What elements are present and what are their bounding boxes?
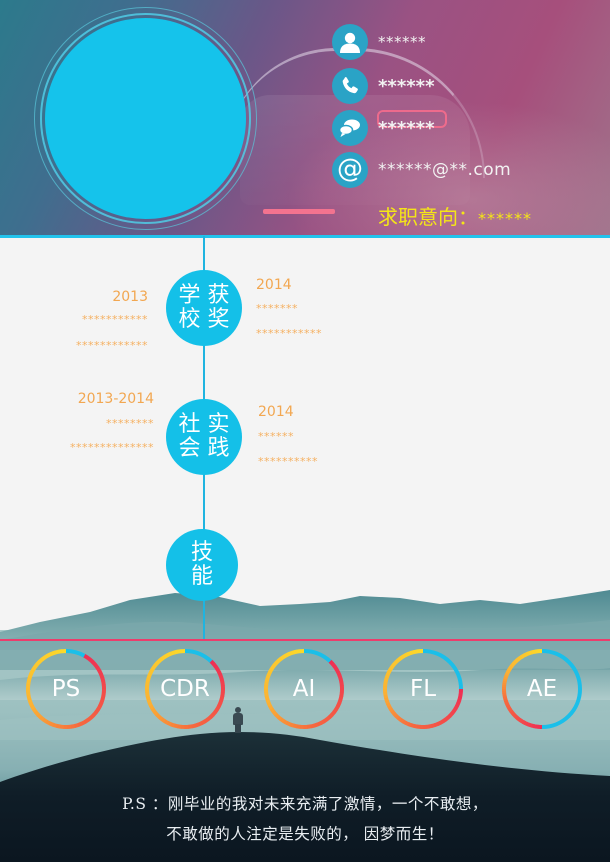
footer-line-1: P.S ：刚毕业的我对未来充满了激情，一个不敢想，	[122, 795, 488, 813]
school-right-line-2: ***********	[256, 327, 322, 340]
footer-line-2: 不敢做的人注定是失败的， 因梦而生！	[166, 825, 444, 843]
skill-label: PS	[51, 676, 81, 702]
skill-label: AI	[292, 676, 316, 702]
node-char: 会	[178, 436, 201, 461]
social-right-line-1: ******	[258, 430, 294, 443]
decorative-dash	[263, 209, 335, 214]
contact-phone: ******	[378, 75, 435, 97]
skill-ring-fl: FL	[381, 647, 465, 731]
node-char: 获	[207, 283, 230, 308]
school-left-line-2: ************	[76, 339, 148, 352]
contact-chat: ******	[378, 117, 435, 139]
phone-icon	[332, 68, 368, 104]
skill-ring-cdr: CDR	[143, 647, 227, 731]
node-char: 奖	[207, 307, 230, 332]
school-right-line-1: *******	[256, 302, 298, 315]
header-banner: ****** ****** ****** @ ******@**.com 求职意…	[0, 0, 610, 236]
job-intent: 求职意向：******	[378, 201, 532, 230]
node-char: 能	[190, 564, 213, 589]
contact-name: ******	[378, 33, 426, 51]
skill-ring-ae: AE	[500, 647, 584, 731]
social-left-line-1: ********	[106, 417, 154, 430]
skill-label: FL	[409, 676, 437, 702]
skills-divider	[0, 639, 610, 641]
contact-email-row: @ ******@**.com	[332, 152, 511, 188]
social-left-line-2: **************	[70, 441, 154, 454]
skill-ring-ps: PS	[24, 647, 108, 731]
node-char: 实	[207, 412, 230, 437]
school-right-year: 2014	[256, 277, 292, 293]
contact-chat-row: ******	[332, 110, 434, 146]
contact-name-row: ******	[332, 24, 426, 60]
at-icon: @	[332, 152, 368, 188]
user-icon	[332, 24, 368, 60]
node-char: 社	[178, 412, 201, 437]
social-right-year: 2014	[258, 404, 294, 420]
node-skills: 技 能	[166, 529, 238, 601]
node-char: 践	[207, 436, 230, 461]
contact-phone-row: ******	[332, 68, 434, 104]
skill-label: AE	[526, 676, 558, 702]
node-social-practice: 社 实 会 践	[166, 399, 242, 475]
node-char: 学	[178, 283, 201, 308]
chat-icon	[332, 110, 368, 146]
school-left-line-1: ***********	[82, 313, 148, 326]
social-right-line-2: **********	[258, 455, 318, 468]
school-left-year: 2013	[112, 289, 148, 305]
avatar-photo-placeholder[interactable]	[45, 18, 246, 219]
skill-ring-ai: AI	[262, 647, 346, 731]
node-school-awards: 学 获 校 奖	[166, 270, 242, 346]
node-char: 技	[190, 540, 213, 565]
node-char: 校	[178, 307, 201, 332]
job-intent-value: ******	[478, 209, 532, 228]
contact-email: ******@**.com	[378, 160, 512, 180]
person-silhouette	[232, 707, 244, 733]
skill-label: CDR	[160, 676, 210, 702]
job-intent-label: 求职意向：	[378, 205, 478, 229]
social-left-year: 2013-2014	[77, 391, 154, 407]
header-divider	[0, 235, 610, 238]
